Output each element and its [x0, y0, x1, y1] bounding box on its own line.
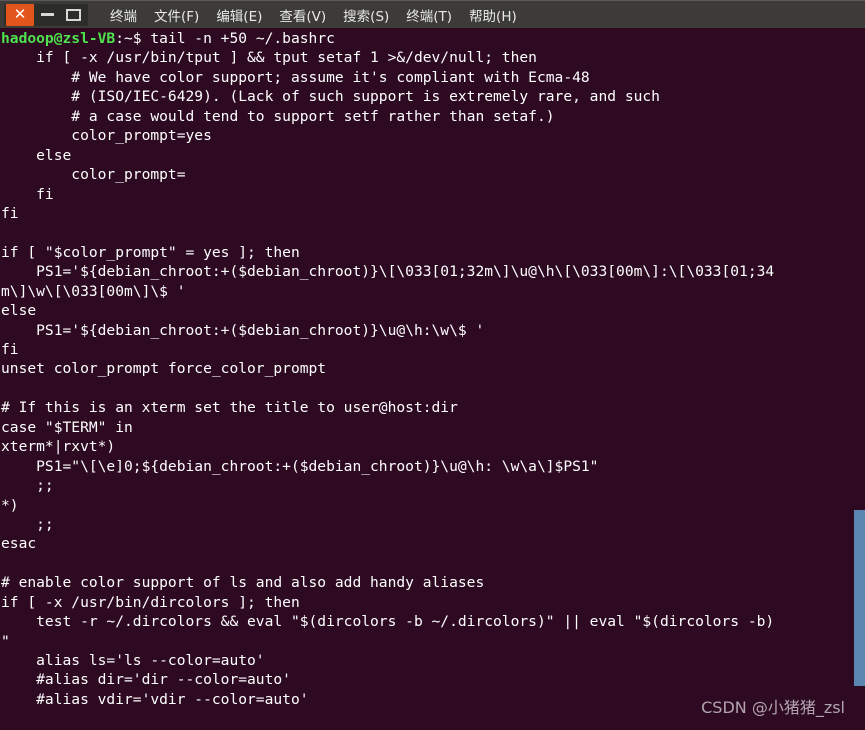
terminal-output-line: fi: [1, 185, 54, 203]
menu-view[interactable]: 查看(V): [279, 5, 326, 25]
maximize-icon: [65, 8, 81, 21]
terminal-window: ✕ 终端 文件(F) 编辑(E) 查看(V) 搜索(S) 终端(T) 帮助(H)…: [0, 0, 865, 730]
terminal-output-line: PS1="\[\e]0;${debian_chroot:+($debian_ch…: [1, 457, 599, 475]
menu-bar: 终端 文件(F) 编辑(E) 查看(V) 搜索(S) 终端(T) 帮助(H): [110, 5, 517, 25]
csdn-watermark: CSDN @小猪猪_zsl: [701, 698, 845, 717]
terminal-output-line: # (ISO/IEC-6429). (Lack of such support …: [1, 88, 660, 106]
terminal-output-line: PS1='${debian_chroot:+($debian_chroot)}\…: [1, 321, 485, 339]
terminal-output-line: else: [1, 302, 37, 320]
menu-edit[interactable]: 编辑(E): [216, 5, 262, 25]
terminal-output-line: #alias dir='dir --color=auto': [1, 671, 291, 689]
terminal-output-line: fi: [1, 204, 19, 222]
menu-help[interactable]: 帮助(H): [469, 5, 517, 25]
terminal-output-line: # We have color support; assume it's com…: [1, 68, 590, 86]
terminal-output-line: case "$TERM" in: [1, 418, 133, 436]
close-button[interactable]: ✕: [6, 3, 34, 26]
terminal-output-line: m\]\w\[\033[00m\]\$ ': [1, 282, 186, 300]
terminal-output-line: xterm*|rxvt*): [1, 438, 116, 456]
window-title: 终端: [110, 8, 137, 25]
terminal-body[interactable]: hadoop@zsl-VB:~$ tail -n +50 ~/.bashrc i…: [0, 28, 865, 730]
scrollbar[interactable]: [852, 28, 865, 730]
terminal-output-line: unset color_prompt force_color_prompt: [1, 360, 327, 378]
terminal-output-line: if [ -x /usr/bin/dircolors ]; then: [1, 593, 300, 611]
menu-file[interactable]: 文件(F): [154, 5, 199, 25]
menu-terminal[interactable]: 终端(T): [406, 5, 452, 25]
scrollbar-thumb[interactable]: [854, 510, 865, 686]
terminal-output-line: # If this is an xterm set the title to u…: [1, 399, 458, 417]
terminal-output-line: color_prompt=: [1, 166, 186, 184]
terminal-output-line: alias ls='ls --color=auto': [1, 652, 265, 669]
terminal-output-line: #alias vdir='vdir --color=auto': [1, 690, 309, 708]
terminal-output-line: fi: [1, 341, 19, 358]
terminal-output-line: color_prompt=yes: [1, 127, 212, 145]
terminal-output-line: # a case would tend to support setf rath…: [1, 107, 555, 125]
terminal-output-line: ": [1, 632, 10, 650]
terminal-output-line: test -r ~/.dircolors && eval "$(dircolor…: [1, 613, 775, 631]
terminal-output-line: esac: [1, 535, 37, 553]
terminal-output-line: ;;: [1, 515, 54, 533]
terminal-screen: hadoop@zsl-VB:~$ tail -n +50 ~/.bashrc i…: [0, 28, 774, 730]
terminal-output-line: PS1='${debian_chroot:+($debian_chroot)}\…: [1, 263, 775, 281]
close-icon: ✕: [13, 5, 27, 23]
terminal-output-line: ;;: [1, 477, 54, 495]
prompt-user-host: hadoop@zsl-VB: [1, 30, 116, 47]
window-titlebar: ✕ 终端 文件(F) 编辑(E) 查看(V) 搜索(S) 终端(T) 帮助(H): [0, 0, 865, 28]
minimize-button[interactable]: [34, 5, 60, 25]
terminal-output-line: if [ "$color_prompt" = yes ]; then: [1, 243, 300, 261]
terminal-output-line: # enable color support of ls and also ad…: [1, 574, 485, 592]
terminal-output-line: if [ -x /usr/bin/tput ] && tput setaf 1 …: [1, 49, 537, 67]
minimize-icon: [40, 13, 54, 16]
maximize-button[interactable]: [60, 5, 86, 25]
prompt-path-sigil: :~$: [115, 30, 142, 47]
terminal-output-line: *): [1, 496, 19, 514]
window-controls: ✕: [4, 3, 88, 26]
prompt-command: tail -n +50 ~/.bashrc: [141, 30, 335, 47]
terminal-output-line: else: [1, 146, 72, 164]
menu-search[interactable]: 搜索(S): [343, 5, 389, 25]
terminal-prompt-line: hadoop@zsl-VB:~$ tail -n +50 ~/.bashrc: [1, 29, 774, 48]
